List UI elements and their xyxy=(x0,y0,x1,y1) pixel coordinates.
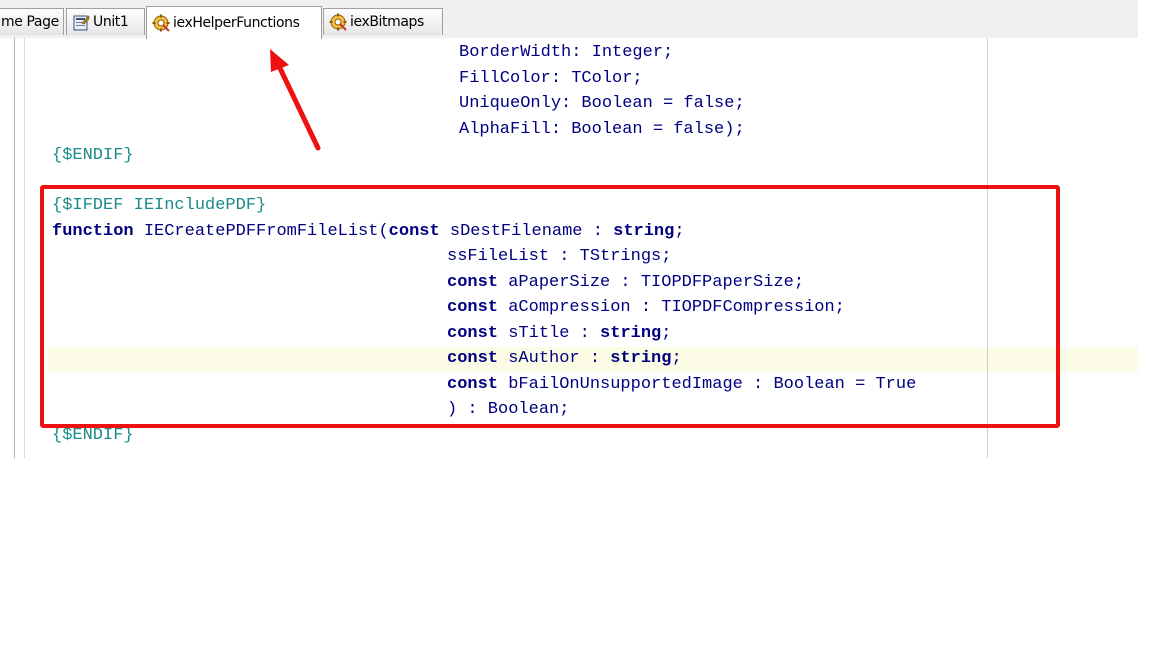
gear-unit-icon xyxy=(329,13,347,31)
editor-tab-strip: me Page Unit1 iexHelperFunctions iexBitm… xyxy=(0,0,1138,39)
code-line: UniqueOnly: Boolean = false; xyxy=(459,92,745,116)
annotation-arrow-icon xyxy=(270,49,321,151)
code-line: {$ENDIF} xyxy=(52,144,134,168)
compiler-directive: {$ENDIF} xyxy=(52,146,134,165)
tab-iexbitmaps[interactable]: iexBitmaps xyxy=(323,8,443,35)
code-text: AlphaFill: Boolean = false); xyxy=(459,120,745,139)
tab-label: Unit1 xyxy=(93,14,129,30)
gutter-divider xyxy=(14,38,15,458)
code-text: UniqueOnly: Boolean = false; xyxy=(459,94,745,113)
compiler-directive: {$ENDIF} xyxy=(52,426,134,445)
code-line: BorderWidth: Integer; xyxy=(459,41,673,65)
unit-icon xyxy=(72,13,90,31)
code-text: FillColor: TColor; xyxy=(459,69,643,88)
tab-label: iexBitmaps xyxy=(350,14,424,30)
tab-iexhelperfunctions[interactable]: iexHelperFunctions xyxy=(146,6,322,39)
gutter-divider xyxy=(24,38,25,458)
code-line: FillColor: TColor; xyxy=(459,67,643,91)
tab-unit1[interactable]: Unit1 xyxy=(66,8,145,35)
tab-label: iexHelperFunctions xyxy=(173,15,300,31)
tab-label: me Page xyxy=(1,14,59,30)
tab-welcome-page[interactable]: me Page xyxy=(0,8,64,35)
code-line: AlphaFill: Boolean = false); xyxy=(459,118,745,142)
code-text: BorderWidth: Integer; xyxy=(459,43,674,62)
gear-unit-icon xyxy=(152,14,170,32)
highlight-annotation-box xyxy=(40,185,1060,428)
